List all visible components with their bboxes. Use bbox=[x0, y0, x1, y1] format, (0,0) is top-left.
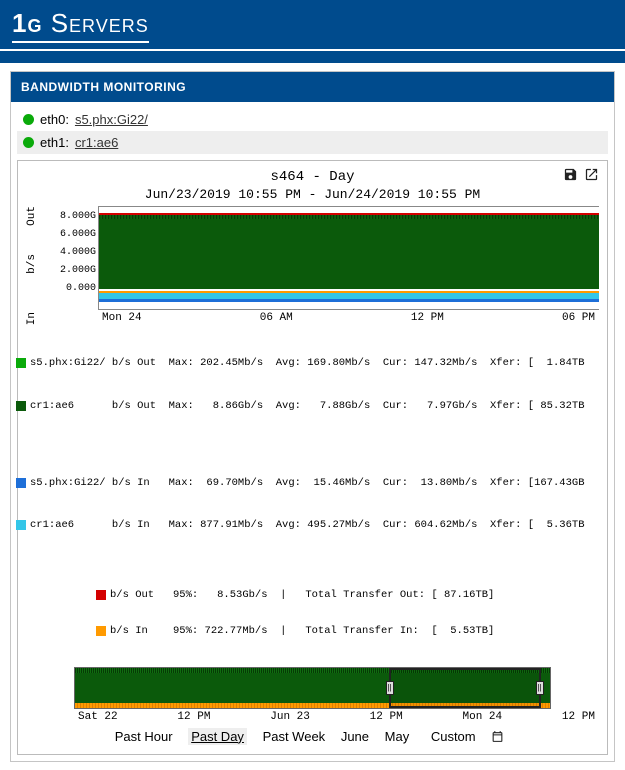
calendar-icon bbox=[491, 730, 504, 746]
x-ticks: Mon 24 06 AM 12 PM 06 PM bbox=[98, 312, 599, 324]
legend-swatch-icon bbox=[16, 478, 26, 488]
y-label-in: In bbox=[26, 312, 38, 325]
overview-x-ticks: Sat 22 12 PM Jun 23 12 PM Mon 24 12 PM bbox=[74, 711, 599, 723]
legend-swatch-icon bbox=[96, 590, 106, 600]
legend-swatch-icon bbox=[16, 358, 26, 368]
summary: b/s Out 95%: 8.53Gb/s | Total Transfer O… bbox=[96, 565, 599, 661]
banner-stripe bbox=[0, 51, 625, 63]
top-banner: 1g Servers bbox=[0, 0, 625, 51]
interface-row-eth1: eth1: cr1:ae6 bbox=[17, 131, 608, 154]
chart-card: s464 - Day Jun/23/2019 10:55 PM - Jun/24… bbox=[17, 160, 608, 755]
save-icon[interactable] bbox=[563, 167, 578, 187]
legend-swatch-icon bbox=[16, 520, 26, 530]
legend-text: cr1:ae6 b/s In Max: 877.91Mb/s Avg: 495.… bbox=[30, 518, 585, 532]
y-label-out: Out bbox=[26, 206, 38, 226]
legend-swatch-icon bbox=[96, 626, 106, 636]
viewport-handle-left[interactable]: || bbox=[386, 681, 394, 695]
legend: s5.phx:Gi22/ b/s Out Max: 202.45Mb/s Avg… bbox=[16, 328, 599, 561]
interface-label: eth1: bbox=[40, 135, 69, 150]
range-june[interactable]: June bbox=[341, 729, 369, 744]
interface-link-eth0[interactable]: s5.phx:Gi22/ bbox=[75, 112, 148, 127]
viewport-handle-right[interactable]: || bbox=[536, 681, 544, 695]
range-custom[interactable]: Custom bbox=[425, 729, 510, 744]
interface-label: eth0: bbox=[40, 112, 69, 127]
status-dot-icon bbox=[23, 137, 34, 148]
range-past-week[interactable]: Past Week bbox=[263, 729, 326, 744]
main-chart: Out b/s In 8.000G 6.000G 4.000G 2.000G 0… bbox=[50, 206, 599, 324]
bandwidth-panel: BANDWIDTH MONITORING eth0: s5.phx:Gi22/ … bbox=[10, 71, 615, 762]
chart-title: s464 - Day bbox=[26, 169, 599, 185]
range-past-hour[interactable]: Past Hour bbox=[115, 729, 173, 744]
overview-chart[interactable]: || || bbox=[74, 667, 551, 709]
popout-icon[interactable] bbox=[584, 167, 599, 187]
range-selector: Past Hour Past Day Past Week June May Cu… bbox=[26, 729, 599, 746]
legend-text: cr1:ae6 b/s Out Max: 8.86Gb/s Avg: 7.88G… bbox=[30, 399, 585, 413]
summary-text: b/s Out 95%: 8.53Gb/s | Total Transfer O… bbox=[110, 589, 494, 601]
logo: 1g Servers bbox=[12, 8, 149, 43]
interface-link-eth1[interactable]: cr1:ae6 bbox=[75, 135, 118, 150]
plot-area[interactable] bbox=[98, 206, 599, 310]
legend-swatch-icon bbox=[16, 401, 26, 411]
range-may[interactable]: May bbox=[385, 729, 410, 744]
range-past-day[interactable]: Past Day bbox=[188, 728, 247, 745]
summary-text: b/s In 95%: 722.77Mb/s | Total Transfer … bbox=[110, 625, 494, 637]
legend-text: s5.phx:Gi22/ b/s Out Max: 202.45Mb/s Avg… bbox=[30, 356, 585, 370]
viewport-selector[interactable]: || || bbox=[389, 668, 541, 708]
y-label-unit: b/s bbox=[26, 254, 38, 274]
interface-row-eth0: eth0: s5.phx:Gi22/ bbox=[17, 108, 608, 131]
chart-subtitle: Jun/23/2019 10:55 PM - Jun/24/2019 10:55… bbox=[26, 187, 599, 202]
status-dot-icon bbox=[23, 114, 34, 125]
legend-text: s5.phx:Gi22/ b/s In Max: 69.70Mb/s Avg: … bbox=[30, 476, 585, 490]
panel-title: BANDWIDTH MONITORING bbox=[11, 72, 614, 102]
